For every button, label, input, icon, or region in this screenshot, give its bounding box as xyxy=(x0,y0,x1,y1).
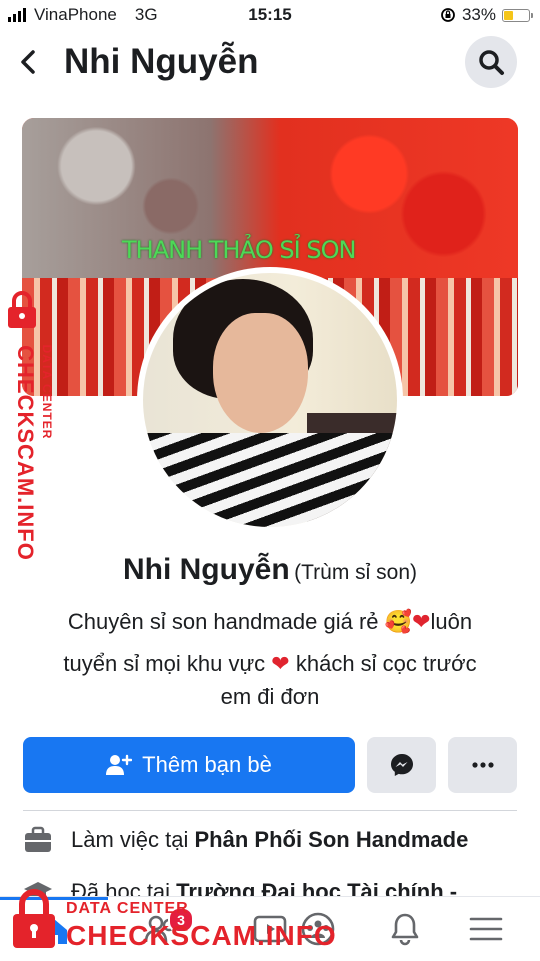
profile-name: Nhi Nguyễn xyxy=(122,553,290,586)
message-button[interactable] xyxy=(367,737,436,793)
more-button[interactable] xyxy=(448,737,517,793)
bio-text: Chuyên sỉ son handmade giá rẻ xyxy=(67,609,385,634)
watermark-side: DATA CENTER CHECKSCAM.INFO xyxy=(2,290,54,561)
work-place: Phân Phối Son Handmade xyxy=(194,827,469,852)
bio-line-1: Chuyên sỉ son handmade giá rẻ 🥰❤luôn xyxy=(20,603,520,640)
add-friend-button[interactable]: Thêm bạn bè xyxy=(23,737,355,793)
work-prefix: Làm việc tại xyxy=(71,827,195,852)
watermark-side-small: DATA CENTER xyxy=(40,344,54,440)
heart-icon: ❤ xyxy=(271,651,290,676)
battery-fill xyxy=(504,10,513,20)
search-icon xyxy=(479,50,504,75)
status-right: 33% xyxy=(440,5,533,25)
friends-badge: 3 xyxy=(168,907,194,933)
back-button[interactable] xyxy=(12,44,44,80)
briefcase-icon xyxy=(25,826,51,852)
bio-text: em đi đơn xyxy=(220,684,320,709)
smiling-face-hearts-icon: 🥰 xyxy=(384,609,413,634)
add-friend-icon xyxy=(106,754,133,775)
profile-name-block: Nhi Nguyễn (Trùm sỉ son) xyxy=(0,553,540,587)
heart-icon: ❤ xyxy=(412,609,431,634)
bio-text: tuyển sỉ mọi khu vực xyxy=(63,651,272,676)
bio-text: khách sỉ cọc trước xyxy=(289,651,477,676)
more-icon xyxy=(471,762,494,768)
tab-home[interactable] xyxy=(0,897,108,961)
messenger-icon xyxy=(390,754,413,776)
groups-icon xyxy=(301,912,335,946)
status-bar: VinaPhone 3G 15:15 33% xyxy=(0,0,540,30)
avatar-striped-shirt xyxy=(143,433,397,527)
avatar-face xyxy=(213,313,308,433)
header-title: Nhi Nguyễn xyxy=(64,42,259,81)
home-icon xyxy=(41,918,67,944)
work-info-row[interactable]: Làm việc tại Phân Phối Son Handmade xyxy=(23,826,468,854)
work-info-text: Làm việc tại Phân Phối Son Handmade xyxy=(71,827,468,853)
cover-caption: THANH THẢO SỈ SON xyxy=(122,236,356,264)
menu-icon xyxy=(469,917,503,941)
bio-line-2: tuyển sỉ mọi khu vực ❤ khách sỉ cọc trướ… xyxy=(20,645,520,682)
bell-icon xyxy=(391,913,419,946)
bio-line-3: em đi đơn xyxy=(20,678,520,715)
profile-nickname: (Trùm sỉ son) xyxy=(294,561,418,584)
tab-friends[interactable]: 3 xyxy=(108,897,216,961)
profile-avatar[interactable] xyxy=(137,267,403,533)
chevron-left-icon xyxy=(21,50,35,74)
divider xyxy=(23,810,517,811)
lock-icon xyxy=(8,291,36,328)
orientation-lock-icon xyxy=(441,8,455,22)
search-button[interactable] xyxy=(465,36,517,88)
watermark-side-big: CHECKSCAM.INFO xyxy=(13,345,38,561)
profile-header: Nhi Nguyễn xyxy=(0,30,540,94)
tab-menu[interactable] xyxy=(432,897,540,961)
friends-badge-count: 3 xyxy=(177,912,185,928)
battery-icon xyxy=(502,8,533,22)
add-friend-label: Thêm bạn bè xyxy=(142,752,272,777)
bio-text: luôn xyxy=(430,609,473,634)
avatar-photo xyxy=(143,273,397,527)
battery-percent: 33% xyxy=(461,5,496,24)
bottom-tab-bar: 3 xyxy=(0,896,540,961)
